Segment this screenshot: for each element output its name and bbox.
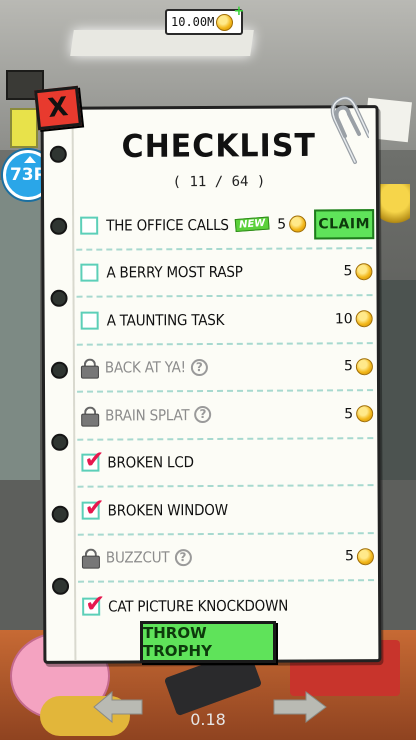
checked-checkbox bbox=[81, 501, 100, 520]
checklist-progress: ( 11 / 64 ) bbox=[172, 173, 266, 191]
close-button[interactable]: X bbox=[34, 85, 82, 131]
lock-icon bbox=[82, 549, 98, 567]
reward-amount: 10 bbox=[334, 311, 353, 328]
coin-icon bbox=[289, 215, 307, 233]
item-label: BACK AT YA! bbox=[104, 358, 186, 377]
coin-icon bbox=[356, 405, 374, 423]
binder-hole bbox=[50, 361, 68, 379]
item-reward: 5 bbox=[343, 262, 373, 280]
checkbox bbox=[80, 263, 99, 282]
checkbox bbox=[80, 216, 99, 235]
binder-hole bbox=[49, 145, 67, 163]
coin-icon bbox=[355, 357, 373, 375]
reward-amount: 5 bbox=[344, 548, 354, 565]
item-label: BRAIN SPLAT bbox=[105, 405, 190, 425]
checklist-title: CHECKLIST bbox=[121, 127, 316, 166]
checkbox bbox=[80, 311, 99, 330]
binder-hole bbox=[51, 433, 69, 451]
throw-trophy-button[interactable]: THROW TROPHY bbox=[140, 621, 276, 663]
item-reward: 10 bbox=[334, 310, 373, 328]
coin-icon bbox=[356, 547, 374, 565]
item-label: BROKEN LCD bbox=[107, 453, 194, 472]
reward-amount: 5 bbox=[277, 216, 287, 233]
checklist-items: THE OFFICE CALLS NEW 5 CLAIM A BERRY MOS… bbox=[76, 201, 375, 630]
list-item[interactable]: BUZZCUT ? 5 bbox=[77, 533, 375, 583]
item-label: A TAUNTING TASK bbox=[106, 310, 225, 330]
lock-icon bbox=[81, 359, 97, 377]
currency-amount: 10.00M bbox=[171, 15, 215, 29]
item-reward: 5 bbox=[277, 215, 307, 233]
level-up-arrow-icon bbox=[24, 156, 36, 163]
checked-checkbox bbox=[81, 453, 100, 472]
item-label: A BERRY MOST RASP bbox=[106, 263, 243, 282]
reward-amount: 5 bbox=[343, 263, 353, 280]
reward-amount: 5 bbox=[344, 406, 354, 423]
help-icon[interactable]: ? bbox=[174, 548, 192, 566]
arrow-left-icon[interactable] bbox=[92, 690, 144, 724]
reward-amount: 5 bbox=[343, 358, 353, 375]
list-item[interactable]: BROKEN LCD bbox=[77, 438, 374, 488]
item-label: BROKEN WINDOW bbox=[107, 500, 228, 520]
item-reward: 5 bbox=[344, 547, 374, 565]
lock-icon bbox=[81, 406, 97, 424]
paperclip-icon bbox=[330, 96, 369, 164]
left-cabinet bbox=[0, 180, 40, 480]
coin-icon bbox=[216, 13, 234, 31]
list-item[interactable]: THE OFFICE CALLS NEW 5 CLAIM bbox=[76, 201, 375, 251]
margin-line bbox=[71, 109, 77, 661]
coin-icon bbox=[355, 262, 373, 280]
list-item[interactable]: BRAIN SPLAT ? 5 bbox=[77, 391, 374, 441]
binder-hole bbox=[51, 505, 69, 523]
item-label: BUZZCUT bbox=[105, 548, 170, 567]
item-label: THE OFFICE CALLS bbox=[106, 215, 229, 235]
help-icon[interactable]: ? bbox=[190, 358, 208, 376]
item-reward: 5 bbox=[344, 405, 374, 423]
binder-hole bbox=[52, 577, 70, 595]
sticky-note-prop bbox=[10, 108, 38, 148]
binder-hole bbox=[50, 289, 68, 307]
checked-checkbox bbox=[82, 597, 101, 616]
list-item[interactable]: BACK AT YA! ? 5 bbox=[76, 343, 374, 393]
add-currency-icon[interactable]: + bbox=[233, 5, 245, 18]
currency-display: 10.00M bbox=[165, 9, 243, 35]
list-item[interactable]: A BERRY MOST RASP 5 bbox=[76, 248, 373, 298]
help-icon[interactable]: ? bbox=[194, 406, 212, 424]
arrow-right-icon[interactable] bbox=[272, 690, 328, 724]
version-label: 0.18 bbox=[190, 710, 226, 729]
list-item[interactable]: A TAUNTING TASK 10 bbox=[76, 296, 373, 346]
binder-hole bbox=[50, 217, 68, 235]
claim-button[interactable]: CLAIM bbox=[314, 209, 375, 240]
item-reward: 5 bbox=[343, 357, 373, 375]
item-label: CAT PICTURE KNOCKDOWN bbox=[108, 596, 289, 616]
list-item[interactable]: BROKEN WINDOW bbox=[77, 486, 374, 536]
new-badge: NEW bbox=[234, 216, 270, 233]
trophy-prop bbox=[380, 184, 410, 230]
coin-icon bbox=[355, 310, 373, 328]
checklist-panel: CHECKLIST ( 11 / 64 ) THE OFFICE CALLS N… bbox=[40, 105, 382, 664]
